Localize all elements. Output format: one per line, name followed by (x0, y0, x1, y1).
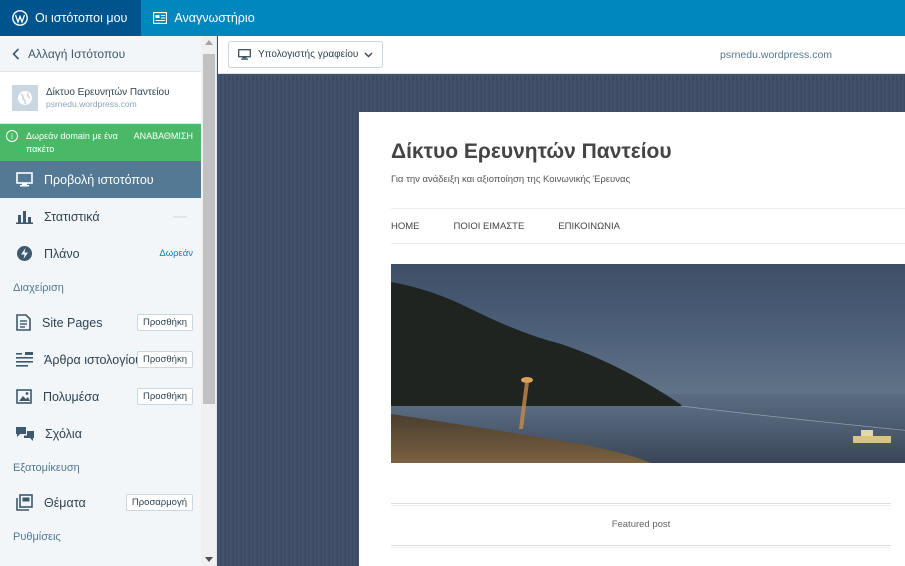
device-label: Υπολογιστής γραφείου (258, 49, 359, 60)
sidebar-scrollbar[interactable] (201, 36, 216, 566)
sidebar-item-label: Σχόλια (45, 426, 82, 441)
sidebar-item-posts[interactable]: Άρθρα ιστολογίου Προσθήκη (0, 341, 201, 378)
upgrade-button[interactable]: ΑΝΑΒΑΘΜΙΣΗ (134, 130, 193, 143)
themes-icon (16, 494, 33, 511)
add-post-button[interactable]: Προσθήκη (136, 351, 193, 368)
stats-icon (16, 211, 33, 224)
reader-label: Αναγνωστήριο (174, 11, 255, 25)
sidebar-item-view-site[interactable]: Προβολή ιστοτόπου (0, 161, 201, 198)
notice-message: Δωρεάν domain με ένα πακέτο (26, 131, 118, 154)
featured-divider-bottom (391, 545, 891, 546)
site-content-area: Δίκτυο Ερευνητών Παντείου Για την ανάδει… (359, 112, 905, 566)
reader-icon (153, 12, 168, 24)
scrollbar-thumb[interactable] (203, 54, 215, 404)
nav-item-contact[interactable]: ΕΠΙΚΟΙΝΩΝΙΑ (558, 221, 620, 232)
chevron-down-icon (364, 52, 373, 57)
sidebar-item-stats[interactable]: Στατιστικά (0, 198, 201, 235)
posts-icon (16, 352, 33, 367)
chevron-left-icon (12, 47, 20, 60)
device-select-button[interactable]: Υπολογιστής γραφείου (228, 41, 384, 68)
reader-button[interactable]: Αναγνωστήριο (141, 0, 268, 36)
masterbar: Οι ιστότοποι μου Αναγνωστήριο (0, 0, 905, 36)
sidebar-item-label: Site Pages (42, 315, 103, 330)
sidebar: Αλλαγή Ιστότοπου Δίκτυο Ερευνητών Παντεί… (0, 36, 217, 566)
sidebar-item-label: Θέματα (44, 495, 86, 510)
globe-icon (12, 84, 38, 111)
stats-sparkline (173, 215, 187, 218)
plan-badge: Δωρεάν (159, 248, 193, 259)
sidebar-item-media[interactable]: Πολυμέσα Προσθήκη (0, 378, 201, 415)
info-icon: i (6, 130, 18, 142)
featured-divider-top (391, 503, 891, 504)
media-icon (16, 389, 32, 404)
sidebar-item-label: Άρθρα ιστολογίου (44, 352, 143, 367)
wordpress-logo-icon (12, 10, 28, 26)
desktop-icon (238, 49, 251, 60)
domain-upgrade-notice[interactable]: i Δωρεάν domain με ένα πακέτο ΑΝΑΒΑΘΜΙΣΗ (0, 124, 201, 161)
sidebar-menu: Αλλαγή Ιστότοπου Δίκτυο Ερευνητών Παντεί… (0, 36, 201, 553)
sidebar-item-site-pages[interactable]: Site Pages Προσθήκη (0, 304, 201, 341)
scroll-up-arrow[interactable] (205, 40, 213, 45)
nav-item-about[interactable]: ΠΟΙΟΙ ΕΙΜΑΣΤΕ (454, 221, 525, 232)
site-preview-frame: Δίκτυο Ερευνητών Παντείου Για την ανάδει… (218, 74, 905, 566)
featured-divider-top-inner (391, 505, 891, 506)
comments-icon (16, 427, 34, 441)
site-tagline: Για την ανάδειξη και αξιοποίηση της Κοιν… (391, 174, 631, 185)
sidebar-item-comments[interactable]: Σχόλια (0, 415, 201, 452)
sidebar-item-label: Πολυμέσα (43, 389, 100, 404)
site-name: Δίκτυο Ερευνητών Παντείου (46, 86, 170, 98)
sidebar-item-label: Στατιστικά (44, 209, 100, 224)
switch-site-label: Αλλαγή Ιστότοπου (28, 46, 126, 61)
scroll-down-arrow[interactable] (205, 557, 213, 562)
preview-toolbar: Υπολογιστής γραφείου psrnedu.wordpress.c… (218, 36, 905, 74)
sidebar-item-themes[interactable]: Θέματα Προσαρμογή (0, 484, 201, 521)
current-site-card[interactable]: Δίκτυο Ερευνητών Παντείου psrnedu.wordpr… (0, 72, 201, 124)
nav-item-home[interactable]: HOME (391, 221, 420, 232)
header-image (391, 264, 905, 463)
desktop-icon (16, 172, 33, 187)
section-heading-manage: Διαχείριση (13, 282, 64, 294)
preview-url[interactable]: psrnedu.wordpress.com (720, 49, 832, 61)
sidebar-item-label: Προβολή ιστοτόπου (44, 172, 154, 187)
my-sites-button[interactable]: Οι ιστότοποι μου (0, 0, 142, 36)
section-heading-personalize: Εξατομίκευση (13, 462, 80, 474)
switch-site-link[interactable]: Αλλαγή Ιστότοπου (0, 36, 201, 72)
site-title[interactable]: Δίκτυο Ερευνητών Παντείου (391, 140, 672, 164)
sidebar-item-plan[interactable]: Πλάνο Δωρεάν (0, 235, 201, 272)
customize-button[interactable]: Προσαρμογή (125, 494, 193, 511)
plan-icon (17, 246, 32, 261)
site-navigation: HOME ΠΟΙΟΙ ΕΙΜΑΣΤΕ ΕΠΙΚΟΙΝΩΝΙΑ (391, 208, 905, 244)
site-url: psrnedu.wordpress.com (46, 98, 137, 109)
pages-icon (16, 314, 31, 331)
sidebar-item-label: Πλάνο (44, 246, 80, 261)
my-sites-label: Οι ιστότοποι μου (35, 11, 128, 25)
section-heading-settings: Ρυθμίσεις (13, 531, 61, 543)
add-media-button[interactable]: Προσθήκη (136, 388, 193, 405)
featured-divider-bottom-inner (391, 547, 891, 548)
featured-post-label: Featured post (611, 519, 671, 530)
add-page-button[interactable]: Προσθήκη (136, 314, 193, 331)
